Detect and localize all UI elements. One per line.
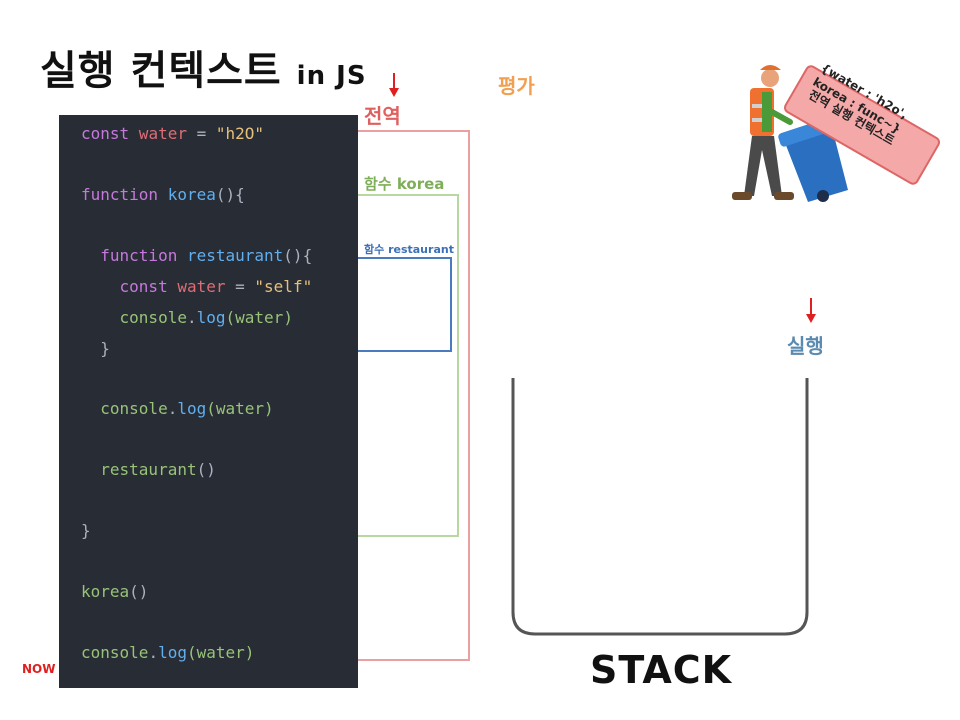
global-arrow-icon <box>389 73 399 97</box>
execution-arrow-icon <box>806 298 816 323</box>
call-stack-container <box>511 378 809 636</box>
